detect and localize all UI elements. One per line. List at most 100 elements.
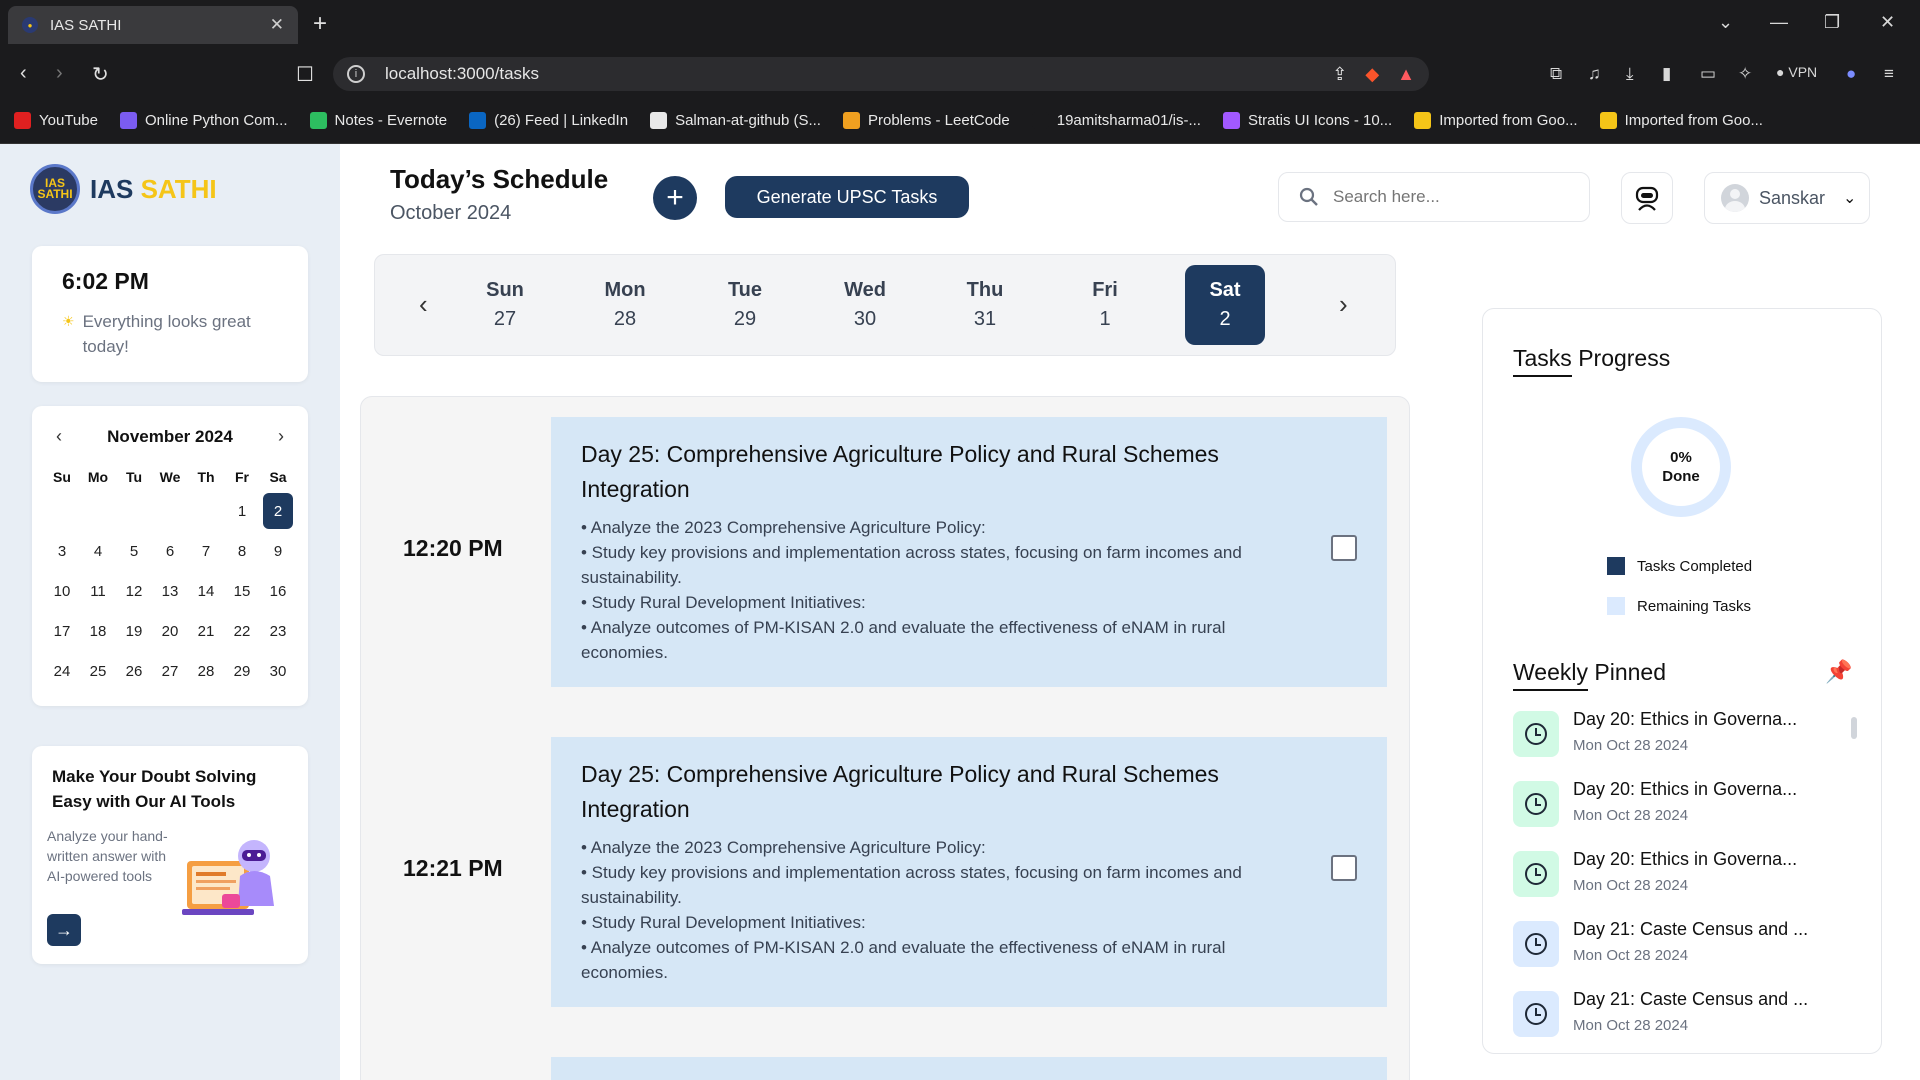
bookmark-item[interactable]: Salman-at-github (S... xyxy=(650,112,821,129)
close-tab-icon[interactable]: ✕ xyxy=(270,15,284,35)
calendar-day[interactable]: 23 xyxy=(260,613,296,649)
sidebar-toggle-icon[interactable]: ▮ xyxy=(1662,64,1671,84)
pinned-item[interactable]: Day 21: Caste Census and ... Mon Oct 28 2… xyxy=(1513,917,1833,971)
calendar-day[interactable]: 3 xyxy=(44,533,80,569)
reload-icon[interactable]: ↻ xyxy=(92,62,109,87)
calendar-day[interactable]: 30 xyxy=(260,653,296,689)
brave-shield-icon[interactable]: ◆ xyxy=(1365,64,1379,85)
media-icon[interactable]: ♫ xyxy=(1588,64,1601,84)
calendar-grid: Su Mo Tu We Th Fr Sa 1 2 3 4 5 6 7 8 9 10 11 12 13 14 15 16 17 1… xyxy=(44,465,296,689)
task-card[interactable]: Day 25: Comprehensive Agriculture Policy… xyxy=(551,417,1387,687)
tab-list-icon[interactable]: ⌄ xyxy=(1718,12,1733,33)
pinned-item[interactable]: Day 20: Ethics in Governa... Mon Oct 28 2… xyxy=(1513,777,1833,831)
pinned-item[interactable]: Day 20: Ethics in Governa... Mon Oct 28 2… xyxy=(1513,707,1833,761)
calendar-day[interactable]: 19 xyxy=(116,613,152,649)
next-week-icon[interactable]: › xyxy=(1339,289,1348,320)
task-card[interactable]: Day 25: Comprehensive Agriculture Policy… xyxy=(551,737,1387,1007)
calendar-day[interactable]: 21 xyxy=(188,613,224,649)
minimize-icon[interactable]: — xyxy=(1770,12,1788,33)
day-thu[interactable]: Thu 31 xyxy=(945,265,1025,345)
site-info-icon[interactable]: i xyxy=(347,65,365,83)
bookmark-item[interactable]: Imported from Goo... xyxy=(1414,112,1578,129)
bookmark-item[interactable]: Stratis UI Icons - 10... xyxy=(1222,112,1392,129)
chatbot-button[interactable] xyxy=(1621,172,1673,224)
address-bar[interactable]: i localhost:3000/tasks ⇪ ◆ ▲ xyxy=(333,57,1429,91)
calendar-day[interactable]: 4 xyxy=(80,533,116,569)
generate-tasks-button[interactable]: Generate UPSC Tasks xyxy=(725,176,969,218)
calendar-day[interactable]: 8 xyxy=(224,533,260,569)
add-task-button[interactable]: + xyxy=(653,176,697,220)
bookmark-item[interactable]: (26) Feed | LinkedIn xyxy=(469,112,628,129)
calendar-day[interactable]: 22 xyxy=(224,613,260,649)
calendar-day[interactable]: 25 xyxy=(80,653,116,689)
calendar-day[interactable]: 28 xyxy=(188,653,224,689)
day-sun[interactable]: Sun 27 xyxy=(465,265,545,345)
calendar-day[interactable]: 29 xyxy=(224,653,260,689)
bookmark-item[interactable]: Problems - LeetCode xyxy=(842,112,1010,129)
task-checkbox[interactable] xyxy=(1331,855,1357,881)
calendar-day[interactable]: 17 xyxy=(44,613,80,649)
leo-ai-icon[interactable]: ✧ xyxy=(1738,64,1752,84)
brave-rewards-icon[interactable]: ▲ xyxy=(1397,64,1415,85)
browser-tab[interactable]: ● IAS SATHI ✕ xyxy=(8,6,298,44)
calendar-day[interactable]: 16 xyxy=(260,573,296,609)
pinned-item[interactable]: Day 21: Caste Census and ... Mon Oct 28 2… xyxy=(1513,987,1833,1037)
wallet-icon[interactable]: ▭ xyxy=(1700,64,1716,84)
bookmark-page-icon[interactable]: ☐ xyxy=(296,62,314,87)
calendar-day[interactable]: 20 xyxy=(152,613,188,649)
calendar-day[interactable]: 24 xyxy=(44,653,80,689)
day-tue[interactable]: Tue 29 xyxy=(705,265,785,345)
calendar-day[interactable]: 1 xyxy=(224,493,260,529)
calendar-day[interactable]: 14 xyxy=(188,573,224,609)
profile-icon[interactable]: ● xyxy=(1846,64,1856,84)
scrollbar[interactable] xyxy=(1851,717,1857,739)
extensions-icon[interactable]: ⧉ xyxy=(1550,64,1562,84)
task-card[interactable] xyxy=(551,1057,1387,1080)
downloads-icon[interactable]: ⤓ xyxy=(1626,64,1634,84)
next-month-icon[interactable]: › xyxy=(278,426,284,447)
day-name: Wed xyxy=(844,279,886,301)
app-logo[interactable]: IAS SATHI IAS SATHI xyxy=(30,164,217,214)
calendar-day[interactable]: 6 xyxy=(152,533,188,569)
prev-month-icon[interactable]: ‹ xyxy=(56,426,62,447)
pinned-item[interactable]: Day 20: Ethics in Governa... Mon Oct 28 2… xyxy=(1513,847,1833,901)
day-selector: ‹ › Sun 27 Mon 28 Tue 29 Wed 30 Thu 31 Fri 1 Sat 2 xyxy=(374,254,1396,356)
bot-icon xyxy=(1635,186,1659,211)
new-tab-icon[interactable]: + xyxy=(313,10,327,38)
search-input[interactable] xyxy=(1333,187,1553,207)
bookmark-item[interactable]: Online Python Com... xyxy=(119,112,288,129)
day-fri[interactable]: Fri 1 xyxy=(1065,265,1145,345)
pinned-list: Day 20: Ethics in Governa... Mon Oct 28 2… xyxy=(1513,707,1853,1037)
bookmark-item[interactable]: Notes - Evernote xyxy=(309,112,447,129)
vpn-button[interactable]: ● VPN xyxy=(1776,64,1817,80)
calendar-day[interactable]: 27 xyxy=(152,653,188,689)
calendar-day[interactable]: 9 xyxy=(260,533,296,569)
calendar-day[interactable]: 18 xyxy=(80,613,116,649)
calendar-day[interactable]: 10 xyxy=(44,573,80,609)
bookmark-item[interactable]: Imported from Goo... xyxy=(1599,112,1763,129)
day-wed[interactable]: Wed 30 xyxy=(825,265,905,345)
calendar-day[interactable]: 11 xyxy=(80,573,116,609)
calendar-day[interactable]: 2 xyxy=(263,493,293,529)
share-icon[interactable]: ⇪ xyxy=(1332,64,1347,85)
pin-icon[interactable]: 📌 xyxy=(1825,659,1852,685)
close-window-icon[interactable]: ✕ xyxy=(1880,12,1895,33)
forward-icon[interactable]: › xyxy=(56,62,63,85)
menu-icon[interactable]: ≡ xyxy=(1884,64,1894,84)
calendar-day[interactable]: 7 xyxy=(188,533,224,569)
calendar-day[interactable]: 5 xyxy=(116,533,152,569)
restore-icon[interactable]: ❐ xyxy=(1824,12,1840,33)
task-checkbox[interactable] xyxy=(1331,535,1357,561)
ai-tools-button[interactable]: → xyxy=(47,914,81,946)
calendar-day[interactable]: 12 xyxy=(116,573,152,609)
user-menu[interactable]: Sanskar ⌄ xyxy=(1704,172,1870,224)
back-icon[interactable]: ‹ xyxy=(20,62,27,85)
calendar-day[interactable]: 13 xyxy=(152,573,188,609)
day-sat[interactable]: Sat 2 xyxy=(1185,265,1265,345)
bookmark-item[interactable]: YouTube xyxy=(14,112,98,129)
day-mon[interactable]: Mon 28 xyxy=(585,265,665,345)
bookmark-item[interactable]: 19amitsharma01/is-... xyxy=(1031,112,1201,129)
prev-week-icon[interactable]: ‹ xyxy=(419,289,428,320)
calendar-day[interactable]: 15 xyxy=(224,573,260,609)
calendar-day[interactable]: 26 xyxy=(116,653,152,689)
